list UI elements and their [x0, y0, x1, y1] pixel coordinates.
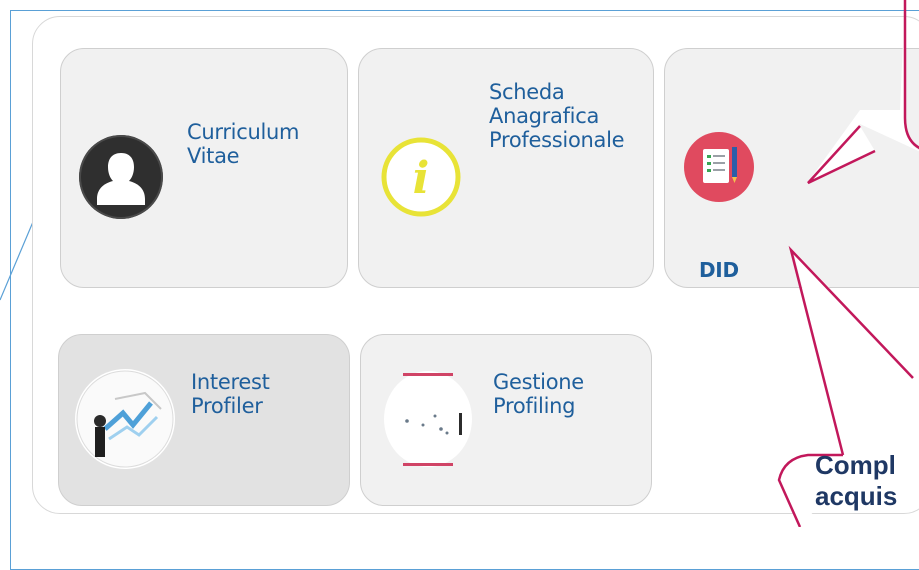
checklist-document-icon: [683, 131, 755, 203]
svg-text:i: i: [413, 153, 430, 204]
callout-text-line2: acquis: [815, 481, 898, 511]
tile-did[interactable]: DID: [664, 48, 919, 288]
info-icon: i: [381, 137, 461, 217]
tile-gestione-profiling[interactable]: Gestione Profiling: [360, 334, 652, 506]
tile-label-vitae: Vitae: [187, 144, 240, 168]
tile-label-interest: Interest: [191, 370, 270, 394]
tile-interest-profiler[interactable]: Interest Profiler: [58, 334, 350, 506]
tile-curriculum-vitae[interactable]: Curriculum Vitae: [60, 48, 348, 288]
tile-label-professionale: Professionale: [489, 128, 625, 152]
profiler-chart-icon: [75, 369, 175, 469]
tile-label-anagrafica: Anagrafica: [489, 104, 600, 128]
user-silhouette-icon: [79, 135, 163, 219]
tile-label-profiling: Profiling: [493, 394, 576, 418]
callout-text-line1: Compl: [815, 450, 896, 480]
tile-label-did: DID: [699, 258, 739, 282]
tile-label-gestione: Gestione: [493, 370, 584, 394]
tile-scheda-anagrafica[interactable]: i Scheda Anagrafica Professionale: [358, 48, 654, 288]
tile-label-profiler: Profiler: [191, 394, 263, 418]
tile-label-scheda: Scheda: [489, 80, 565, 104]
profiling-scatter-icon: [383, 369, 473, 469]
tile-label-curriculum: Curriculum: [187, 120, 300, 144]
